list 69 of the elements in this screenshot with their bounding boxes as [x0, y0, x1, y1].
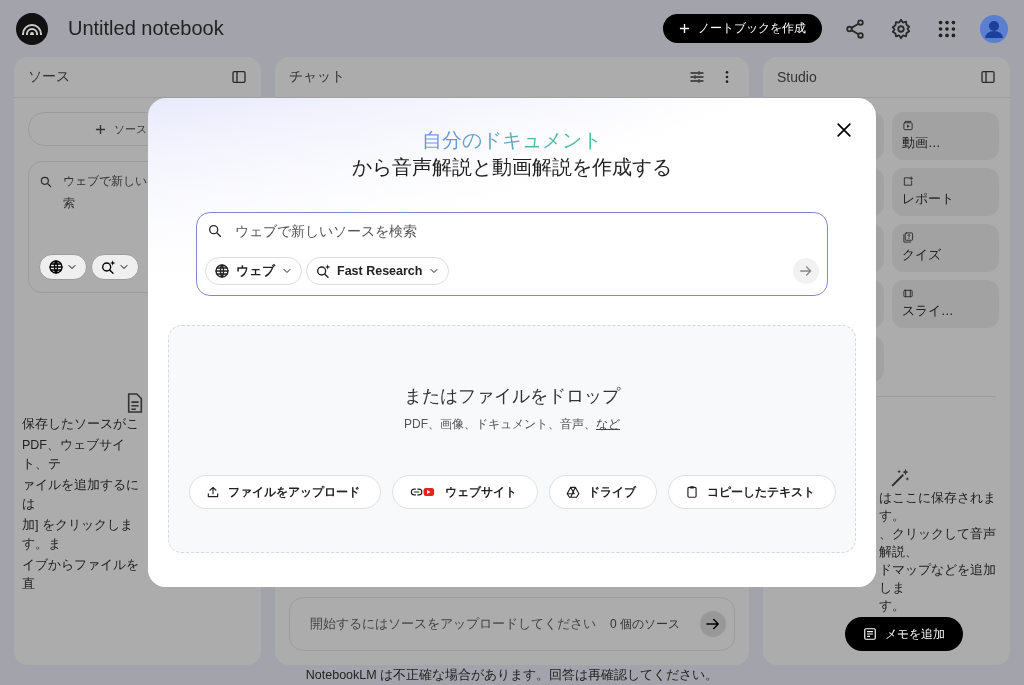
- close-icon: [834, 120, 854, 140]
- drop-subtext: PDF、画像、ドキュメント、音声、など: [404, 416, 620, 433]
- empty-state-text: ァイルを追加するには: [22, 477, 140, 513]
- search-field[interactable]: ウェブで新しいソースを検索 ウェブ Fast Research: [196, 212, 828, 296]
- empty-state-text: 加] をクリックします。ま: [22, 517, 134, 553]
- sparkle-search-icon: [315, 263, 331, 279]
- panel-title: Studio: [777, 69, 818, 85]
- submit-button[interactable]: [793, 258, 819, 284]
- source-option-button[interactable]: ウェブサイト: [391, 475, 538, 509]
- globe-icon: [48, 259, 64, 275]
- panel-title: ソース: [28, 68, 71, 86]
- avatar-icon: [980, 14, 1008, 43]
- settings-icon: [890, 17, 912, 40]
- sidebar-toggle-icon: [980, 69, 996, 85]
- slides-icon: [902, 288, 914, 299]
- dropdown-chip[interactable]: [91, 254, 139, 280]
- drop-zone[interactable]: またはファイルをドロップ PDF、画像、ドキュメント、音声、など ファイルをアップロード ウェブサイト ドライブ コピーしたテキスト: [168, 325, 856, 553]
- disclaimer-text: NotebookLM は不正確な場合があります。回答は再確認してください。: [304, 667, 720, 684]
- dialog-title: から音声解説と動画解説を作成する: [352, 155, 672, 180]
- panel-title: チャット: [289, 68, 346, 86]
- empty-state-text: PDF、ウェブサイト、テ: [22, 437, 126, 473]
- clipboard-icon: [684, 485, 699, 499]
- document-icon: [126, 393, 144, 413]
- more-link[interactable]: など: [596, 417, 620, 431]
- arrow-right-icon: [798, 263, 814, 279]
- empty-state-text: イブからファイルを直: [22, 557, 140, 593]
- empty-state-text: 保存したソースがこ: [22, 416, 139, 433]
- source-option-button[interactable]: コピーしたテキスト: [667, 475, 836, 509]
- logo-icon: [16, 12, 48, 45]
- link-video-icon: [408, 485, 437, 499]
- placeholder-text: ウェブで新しい: [63, 173, 147, 190]
- sparkle-search-icon: [100, 259, 116, 275]
- quiz-icon: [902, 232, 914, 243]
- video-icon: [902, 120, 914, 131]
- dropdown-chip[interactable]: ウェブ: [205, 257, 302, 285]
- add-note-button[interactable]: メモを追加: [845, 617, 963, 651]
- chat-input[interactable]: 開始するにはソースをアップロードしてください 0 個のソース: [289, 597, 735, 651]
- sidebar-toggle-icon: [231, 69, 247, 85]
- studio-tile[interactable]: スライ…: [892, 280, 999, 328]
- plus-icon: [95, 123, 106, 135]
- source-option-button[interactable]: ファイルをアップロード: [188, 475, 381, 509]
- empty-state-text: はここに保存されます。: [879, 490, 996, 525]
- magic-wand-icon: [889, 467, 911, 489]
- empty-state-text: す。: [879, 598, 905, 615]
- notebook-title: Untitled notebook: [68, 17, 225, 40]
- report-icon: [902, 176, 914, 187]
- source-option-button[interactable]: ドライブ: [548, 475, 657, 509]
- share-icon: [844, 17, 866, 40]
- studio-tile[interactable]: クイズ: [892, 224, 999, 272]
- create-notebook-button[interactable]: ノートブックを作成: [663, 14, 822, 43]
- dropdown-chip[interactable]: Fast Research: [306, 257, 450, 285]
- send-button[interactable]: [700, 611, 726, 637]
- search-icon: [207, 223, 223, 239]
- studio-tile[interactable]: 動画…: [892, 112, 999, 160]
- input-placeholder: 開始するにはソースをアップロードしてください: [310, 615, 597, 633]
- upload-icon: [205, 485, 220, 499]
- source-count: 0 個のソース: [610, 615, 680, 633]
- globe-icon: [214, 263, 230, 279]
- drop-heading: またはファイルをドロップ: [404, 385, 620, 408]
- close-button[interactable]: [834, 120, 854, 140]
- empty-state-text: 、クリックして音声解説、: [879, 526, 996, 561]
- studio-tile[interactable]: レポート: [892, 168, 999, 216]
- empty-state-text: ドマップなどを追加しま: [879, 562, 996, 597]
- plus-icon: [679, 23, 690, 34]
- note-icon: [863, 627, 877, 641]
- tune-icon: [689, 69, 705, 85]
- placeholder-text: 索: [63, 195, 76, 212]
- search-icon: [39, 175, 53, 189]
- dropdown-chip[interactable]: [39, 254, 87, 280]
